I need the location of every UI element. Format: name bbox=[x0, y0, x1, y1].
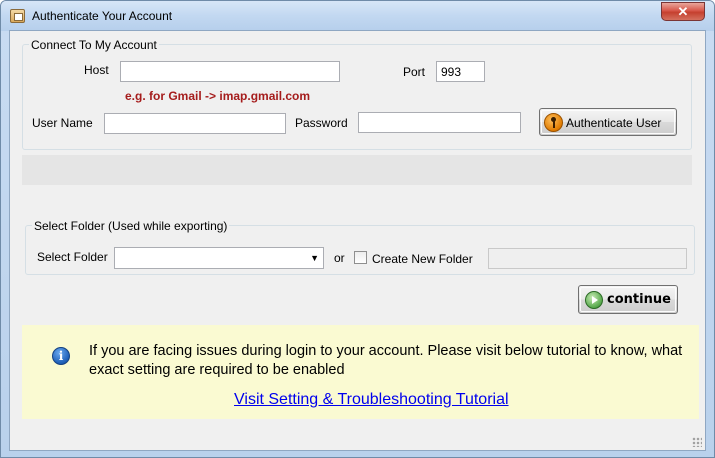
password-input[interactable] bbox=[358, 112, 521, 133]
troubleshooting-tutorial-link[interactable]: Visit Setting & Troubleshooting Tutorial bbox=[234, 391, 509, 409]
window-title: Authenticate Your Account bbox=[32, 9, 173, 23]
select-folder-label: Select Folder bbox=[37, 250, 108, 264]
password-label: Password bbox=[295, 116, 348, 130]
select-folder-dropdown[interactable]: ▼ bbox=[114, 247, 324, 269]
username-input[interactable] bbox=[104, 113, 286, 134]
authenticate-user-button[interactable]: Authenticate User bbox=[539, 108, 677, 136]
create-new-folder-label[interactable]: Create New Folder bbox=[372, 252, 473, 266]
continue-button[interactable]: continue bbox=[578, 285, 678, 314]
info-panel: i If you are facing issues during login … bbox=[22, 325, 699, 419]
info-message: If you are facing issues during login to… bbox=[89, 343, 683, 378]
key-icon bbox=[544, 113, 563, 132]
folder-group-legend: Select Folder (Used while exporting) bbox=[32, 219, 230, 233]
close-button[interactable]: ✕ bbox=[661, 2, 705, 21]
continue-label: continue bbox=[607, 292, 671, 307]
title-bar[interactable]: Authenticate Your Account ✕ bbox=[1, 1, 714, 31]
host-input[interactable] bbox=[120, 61, 340, 82]
port-label: Port bbox=[403, 65, 426, 79]
status-strip bbox=[22, 155, 692, 185]
host-label: Host bbox=[84, 63, 109, 77]
or-label: or bbox=[334, 251, 345, 265]
create-new-folder-checkbox[interactable] bbox=[354, 251, 367, 264]
play-icon bbox=[585, 291, 603, 309]
host-hint: e.g. for Gmail -> imap.gmail.com bbox=[125, 89, 311, 103]
authenticate-window: Authenticate Your Account ✕ Connect To M… bbox=[0, 0, 715, 458]
info-icon: i bbox=[52, 347, 70, 365]
new-folder-input bbox=[488, 248, 687, 269]
username-label: User Name bbox=[32, 116, 93, 130]
port-input[interactable] bbox=[436, 61, 485, 82]
dialog-body: Connect To My Account Host Port e.g. for… bbox=[9, 30, 706, 451]
chevron-down-icon: ▼ bbox=[310, 253, 319, 263]
resize-grip[interactable] bbox=[692, 437, 702, 447]
connect-group-legend: Connect To My Account bbox=[29, 38, 159, 52]
app-icon bbox=[10, 9, 25, 23]
authenticate-user-label: Authenticate User bbox=[566, 116, 662, 130]
